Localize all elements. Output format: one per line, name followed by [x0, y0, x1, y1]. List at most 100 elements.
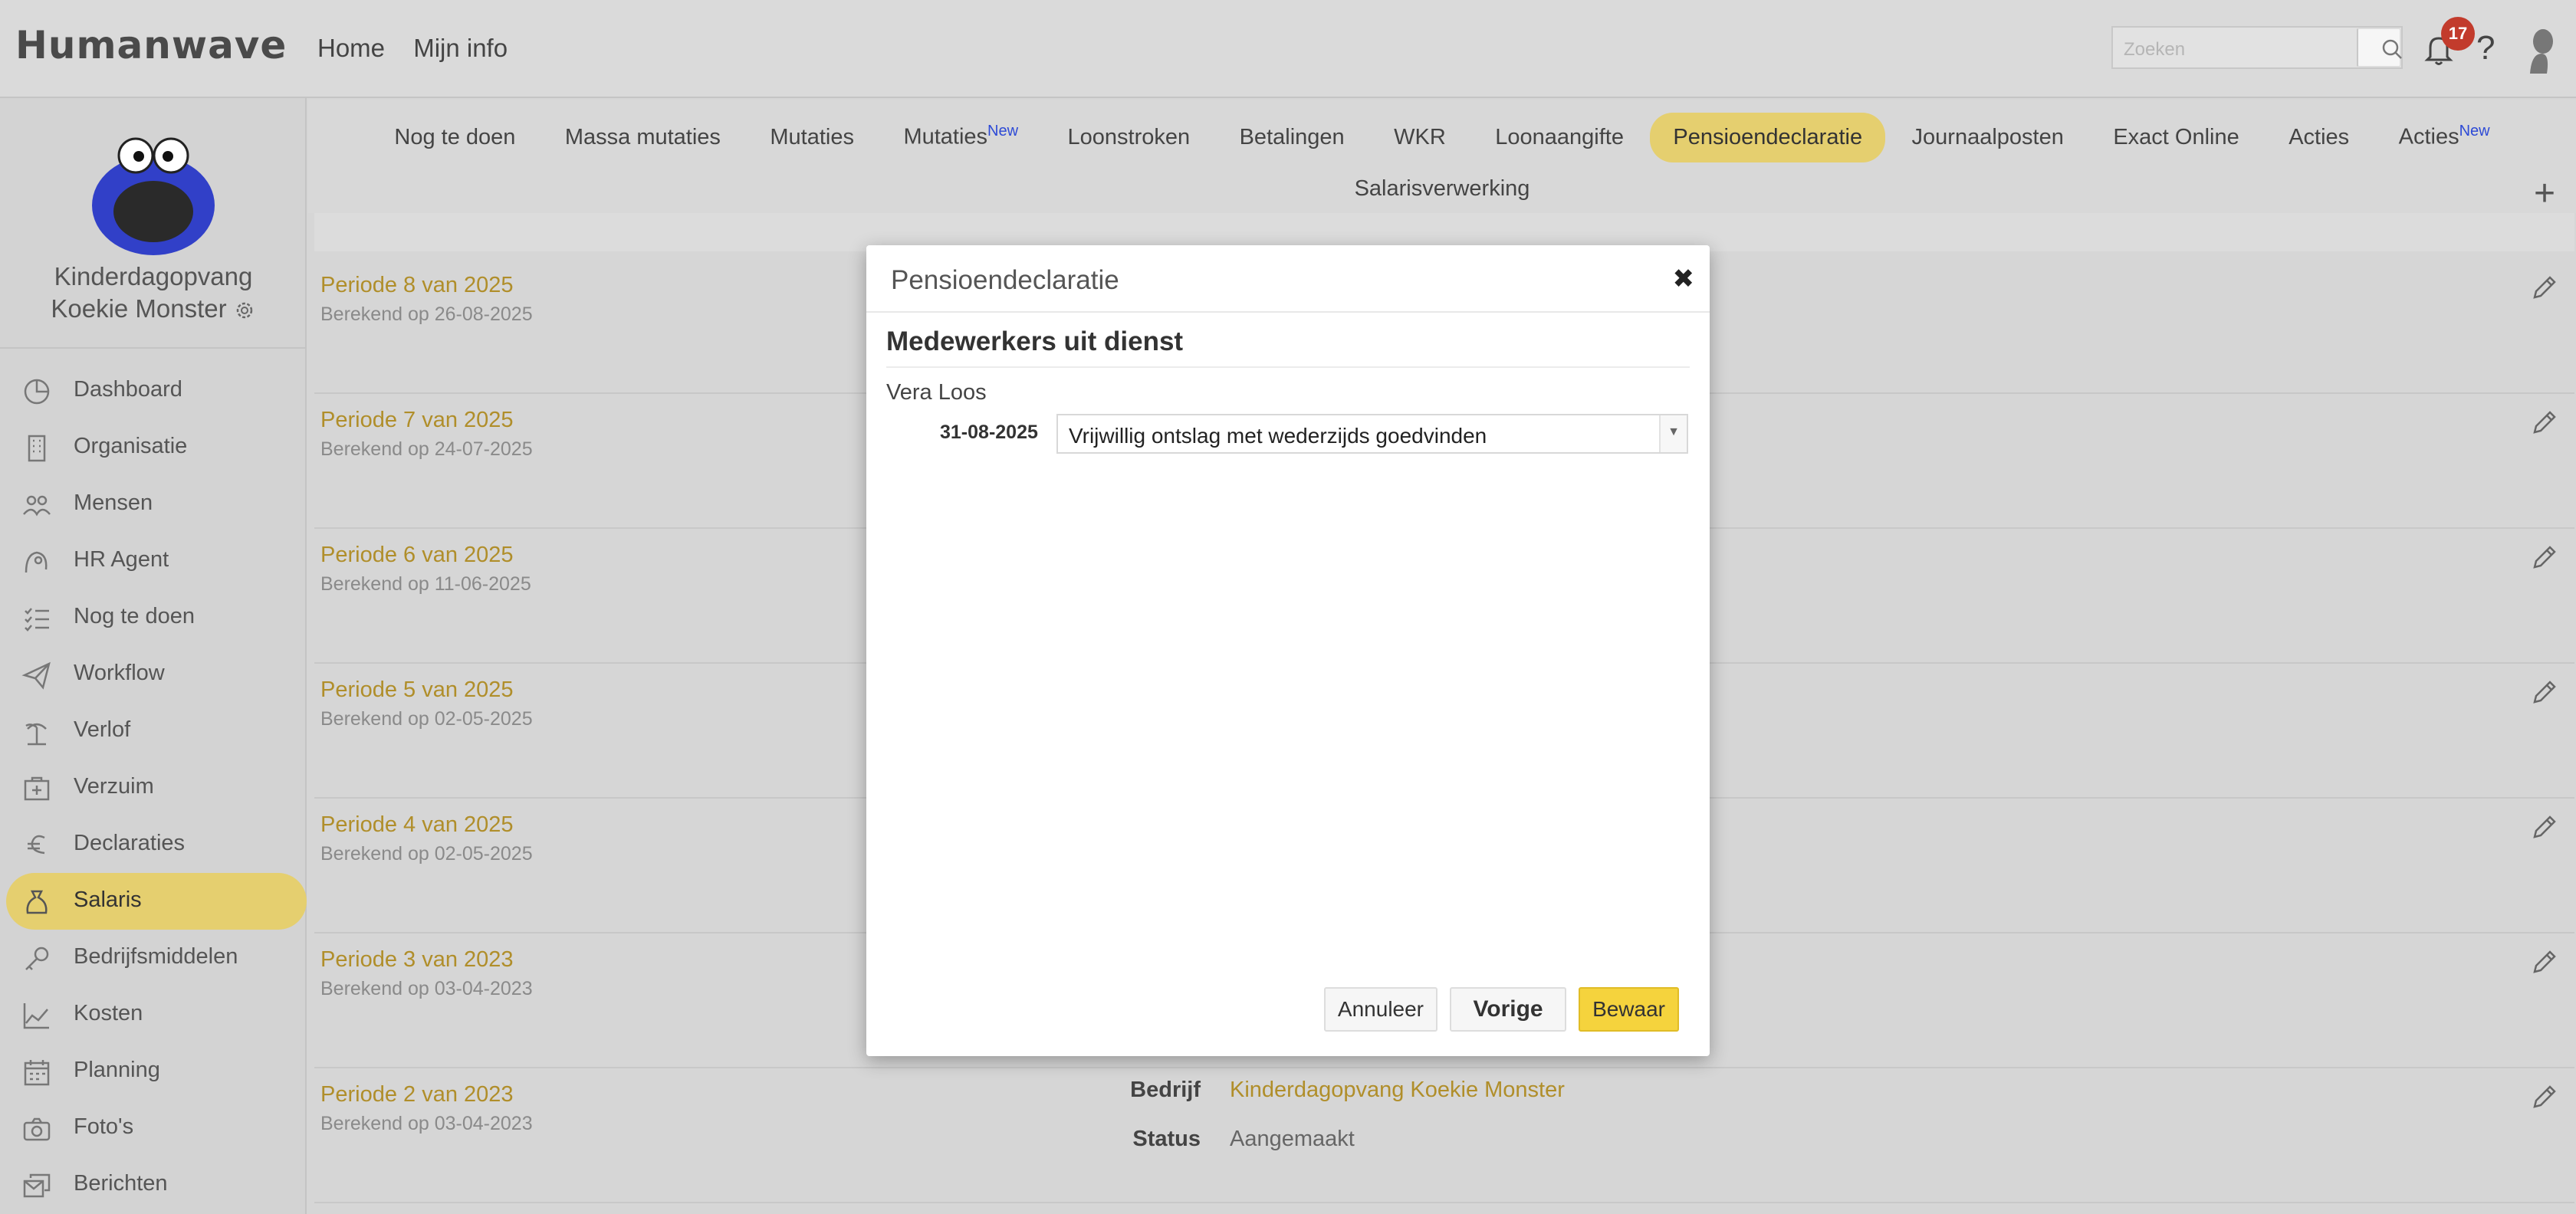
- sidebar-item-verlof[interactable]: Verlof: [6, 703, 307, 760]
- sidebar-item-organisatie[interactable]: Organisatie: [6, 419, 307, 476]
- tab-nog-te-doen[interactable]: Nog te doen: [371, 113, 538, 162]
- sidebar-item-fotos[interactable]: Foto's: [6, 1100, 307, 1157]
- period-title[interactable]: Periode 6 van 2025: [320, 543, 514, 568]
- area-chart-icon: [23, 1003, 49, 1029]
- sidebar-item-label: Berichten: [74, 1171, 168, 1196]
- period-title[interactable]: Periode 3 van 2023: [320, 947, 514, 973]
- sidebar-item-kosten[interactable]: Kosten: [6, 986, 307, 1043]
- add-tab-button[interactable]: +: [2534, 172, 2555, 215]
- tab-pensioendeclaratie[interactable]: Pensioendeclaratie: [1650, 112, 1886, 162]
- sidebar-item-bedrijfsmiddelen[interactable]: Bedrijfsmiddelen: [6, 930, 307, 986]
- tab-mutaties-new[interactable]: MutatiesNew: [880, 110, 1041, 162]
- sidebar-item-nog-te-doen[interactable]: Nog te doen: [6, 589, 307, 646]
- sidebar-item-label: Foto's: [74, 1114, 134, 1139]
- period-title[interactable]: Periode 5 van 2025: [320, 678, 514, 703]
- search-icon: [2382, 39, 2402, 59]
- nav-home[interactable]: Home: [317, 34, 385, 62]
- pencil-icon[interactable]: [2530, 273, 2559, 302]
- sidebar-item-hr-agent[interactable]: HR Agent: [6, 533, 307, 589]
- tab-exact-online[interactable]: Exact Online: [2090, 113, 2262, 162]
- notification-badge: 17: [2441, 17, 2475, 51]
- camera-icon: [23, 1117, 51, 1141]
- help-icon[interactable]: ?: [2476, 29, 2495, 67]
- period-title[interactable]: Periode 7 van 2025: [320, 408, 514, 433]
- save-button[interactable]: Bewaar: [1579, 987, 1679, 1032]
- period-subtitle: Berekend op 03-04-2023: [320, 1113, 533, 1134]
- app-logo[interactable]: Humanwave: [15, 23, 287, 67]
- dialog-buttons: Annuleer Vorige Bewaar: [1315, 987, 1679, 1032]
- sidebar-item-declaraties[interactable]: Declaraties: [6, 816, 307, 873]
- agent-icon: [25, 551, 48, 573]
- sidebar-item-salaris[interactable]: Salaris: [6, 873, 307, 930]
- company-link[interactable]: Kinderdagopvang Koekie Monster: [1230, 1078, 1565, 1103]
- tab-journaalposten[interactable]: Journaalposten: [1889, 113, 2087, 162]
- exit-date: 31-08-2025: [940, 422, 1038, 443]
- sidebar-item-workflow[interactable]: Workflow: [6, 646, 307, 703]
- pencil-icon[interactable]: [2530, 408, 2559, 437]
- tab-acties[interactable]: Acties: [2266, 113, 2372, 162]
- tab-row-2: Salarisverwerking: [308, 164, 2576, 214]
- tab-bar: Nog te doen Massa mutaties Mutaties Muta…: [308, 100, 2576, 213]
- company-avatar[interactable]: [80, 129, 226, 255]
- cancel-button[interactable]: Annuleer: [1323, 987, 1438, 1032]
- search-box[interactable]: Zoeken: [2111, 26, 2403, 69]
- section-heading: Medewerkers uit dienst: [886, 326, 1184, 356]
- sidebar-item-dashboard[interactable]: Dashboard: [6, 363, 307, 419]
- tab-wkr[interactable]: WKR: [1371, 113, 1469, 162]
- period-subtitle: Berekend op 11-06-2025: [320, 573, 531, 595]
- sidebar-item-verzuim[interactable]: Verzuim: [6, 760, 307, 816]
- tab-massa-mutaties[interactable]: Massa mutaties: [542, 113, 744, 162]
- previous-button[interactable]: Vorige: [1450, 987, 1566, 1032]
- pencil-icon[interactable]: [2530, 812, 2559, 842]
- gear-icon[interactable]: [233, 299, 256, 322]
- sidebar-item-planning[interactable]: Planning: [6, 1043, 307, 1100]
- top-nav: Home Mijn info: [317, 34, 529, 63]
- sidebar-divider: [0, 347, 307, 349]
- tab-betalingen[interactable]: Betalingen: [1217, 113, 1368, 162]
- checklist-icon: [25, 608, 49, 632]
- tab-mutaties[interactable]: Mutaties: [747, 113, 877, 162]
- period-title[interactable]: Periode 8 van 2025: [320, 273, 514, 298]
- chevron-down-icon[interactable]: ▼: [1659, 415, 1687, 452]
- period-title[interactable]: Periode 2 van 2023: [320, 1082, 514, 1107]
- exit-reason-select[interactable]: Vrijwillig ontslag met wederzijds goedvi…: [1056, 414, 1688, 454]
- company-name-line1: Kinderdagopvang: [54, 262, 253, 290]
- pie-chart-icon: [24, 379, 50, 405]
- period-subtitle: Berekend op 26-08-2025: [320, 304, 533, 325]
- sidebar-item-mensen[interactable]: Mensen: [6, 476, 307, 533]
- nav-my-info[interactable]: Mijn info: [413, 34, 508, 62]
- search-input[interactable]: Zoeken: [2124, 39, 2185, 61]
- tab-acties-new[interactable]: ActiesNew: [2376, 110, 2513, 162]
- close-icon[interactable]: ✖: [1673, 264, 1695, 294]
- list-item[interactable]: Periode 2 van 2023 Berekend op 03-04-202…: [314, 1068, 2574, 1203]
- sidebar-item-label: Bedrijfsmiddelen: [74, 944, 238, 969]
- pencil-icon[interactable]: [2530, 543, 2559, 572]
- building-icon: [28, 435, 46, 462]
- sidebar-item-label: Verlof: [74, 717, 131, 742]
- period-title[interactable]: Periode 4 van 2025: [320, 812, 514, 838]
- tab-loonaangifte[interactable]: Loonaangifte: [1472, 113, 1647, 162]
- search-button[interactable]: [2357, 28, 2402, 67]
- tab-salarisverwerking[interactable]: Salarisverwerking: [1332, 164, 1553, 214]
- sidebar-item-berichten[interactable]: Berichten: [6, 1157, 307, 1213]
- period-subtitle: Berekend op 02-05-2025: [320, 843, 533, 865]
- euro-icon: [28, 835, 45, 855]
- messages-icon: [23, 1173, 51, 1198]
- sidebar-item-label: Dashboard: [74, 377, 182, 402]
- palm-tree-icon: [25, 723, 47, 746]
- paper-plane-icon: [21, 661, 51, 690]
- tab-label: Mutaties: [903, 124, 988, 149]
- sidebar-item-label: Kosten: [74, 1001, 143, 1025]
- company-name[interactable]: Kinderdagopvang Koekie Monster: [0, 261, 307, 325]
- new-badge: New: [987, 123, 1019, 139]
- dialog-header: Pensioendeclaratie ✖: [866, 245, 1710, 313]
- tab-loonstroken[interactable]: Loonstroken: [1045, 113, 1214, 162]
- people-icon: [23, 495, 51, 517]
- money-bag-icon: [26, 890, 48, 914]
- pencil-icon[interactable]: [2530, 1082, 2559, 1111]
- pencil-icon[interactable]: [2530, 678, 2559, 707]
- sidebar-item-label: Planning: [74, 1058, 160, 1082]
- user-avatar-icon[interactable]: [2522, 26, 2561, 74]
- pencil-icon[interactable]: [2530, 947, 2559, 976]
- tab-label: Acties: [2398, 124, 2459, 149]
